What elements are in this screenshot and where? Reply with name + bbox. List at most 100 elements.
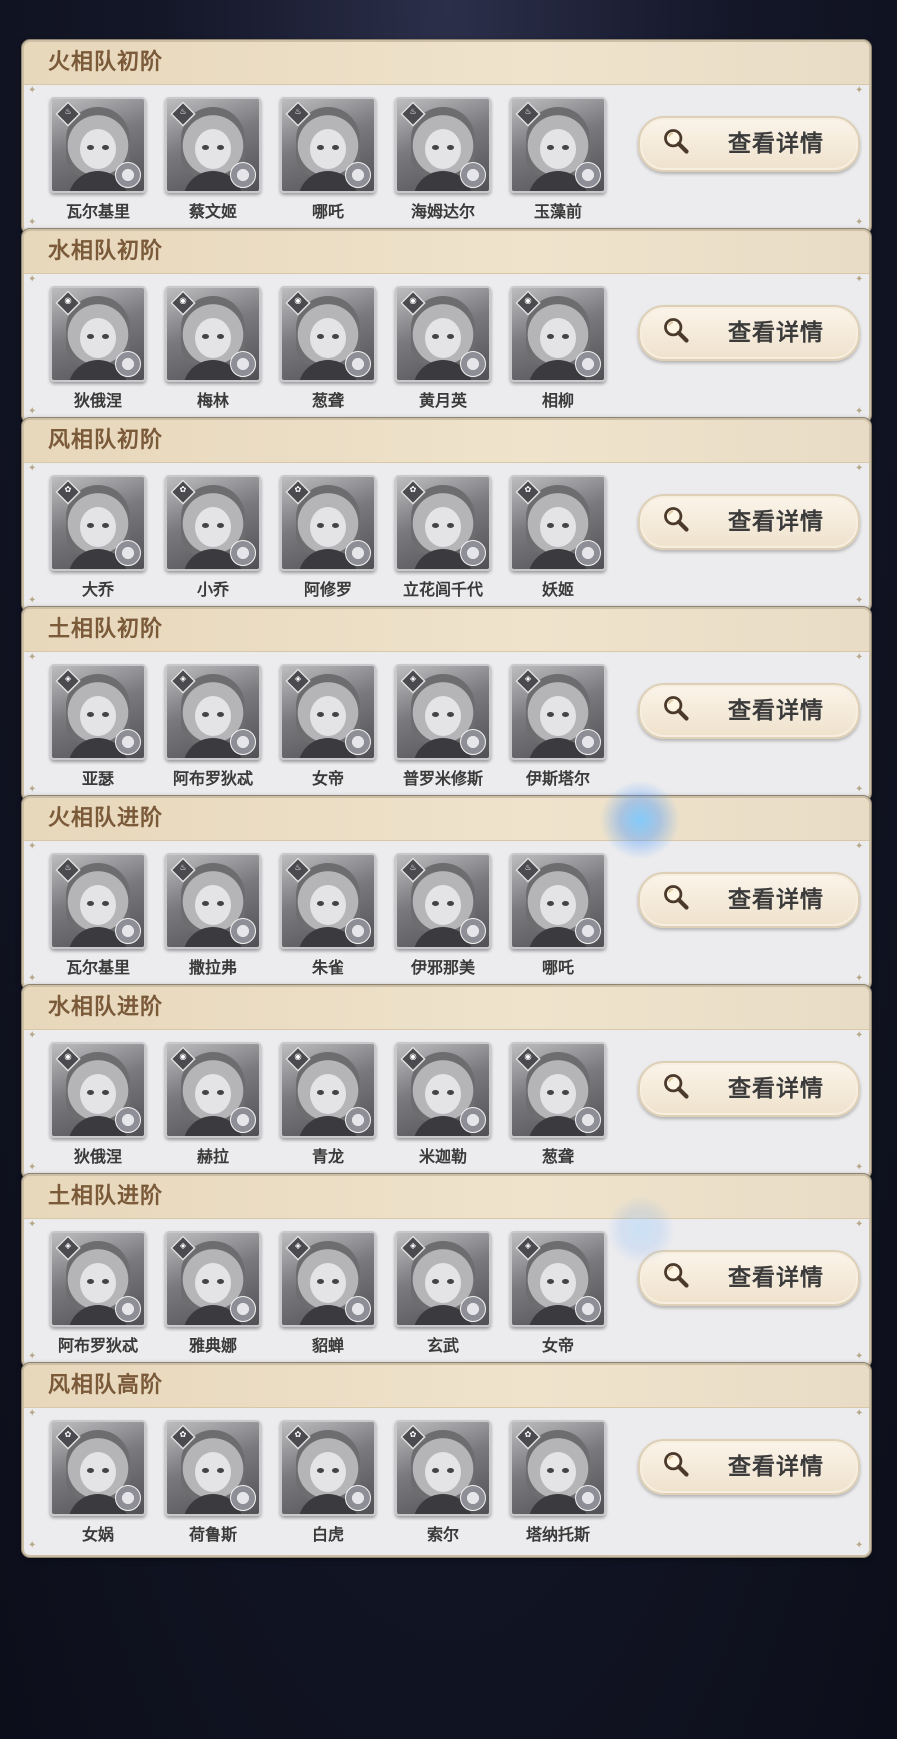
hero-portrait[interactable]: ◈ — [395, 664, 491, 760]
hero-name: 狄俄涅 — [73, 1147, 122, 1166]
hero-card[interactable]: ◈ 普罗米修斯 — [395, 664, 491, 789]
hero-portrait[interactable]: ✿ — [280, 1420, 376, 1516]
hero-card[interactable]: ✿ 荷鲁斯 — [165, 1420, 261, 1545]
class-badge-icon — [575, 1485, 601, 1511]
class-badge-icon — [115, 351, 141, 377]
hero-portrait[interactable]: ♨ — [50, 97, 146, 193]
hero-card[interactable]: ◈ 女帝 — [280, 664, 376, 789]
hero-portrait[interactable]: ♨ — [395, 853, 491, 949]
hero-portrait[interactable]: ✿ — [395, 1420, 491, 1516]
hero-portrait[interactable]: ✿ — [510, 475, 606, 571]
hero-portrait[interactable]: ◉ — [395, 1042, 491, 1138]
hero-card[interactable]: ◉ 米迦勒 — [395, 1042, 491, 1167]
hero-portrait[interactable]: ♨ — [50, 853, 146, 949]
class-badge-icon — [345, 1296, 371, 1322]
hero-portrait[interactable]: ✿ — [395, 475, 491, 571]
hero-card[interactable]: ✿ 女娲 — [50, 1420, 146, 1545]
hero-card[interactable]: ◉ 相柳 — [510, 286, 606, 411]
hero-portrait[interactable]: ◈ — [50, 1231, 146, 1327]
magnifier-icon — [664, 885, 689, 910]
hero-portrait[interactable]: ✿ — [165, 1420, 261, 1516]
magnifier-icon — [664, 129, 689, 154]
hero-portrait[interactable]: ♨ — [395, 97, 491, 193]
hero-card[interactable]: ♨ 哪吒 — [280, 97, 376, 222]
hero-portrait[interactable]: ♨ — [280, 853, 376, 949]
hero-portrait[interactable]: ✿ — [50, 1420, 146, 1516]
view-details-button[interactable]: 查看详情 — [638, 1061, 860, 1117]
hero-card[interactable]: ♨ 哪吒 — [510, 853, 606, 978]
view-details-button[interactable]: 查看详情 — [638, 1250, 860, 1306]
hero-card[interactable]: ♨ 海姆达尔 — [395, 97, 491, 222]
team-title: 火相队初阶 — [24, 42, 869, 85]
hero-card[interactable]: ✿ 妖姬 — [510, 475, 606, 600]
hero-card[interactable]: ♨ 蔡文姬 — [165, 97, 261, 222]
hero-portrait[interactable]: ◈ — [280, 1231, 376, 1327]
hero-portrait[interactable]: ✿ — [50, 475, 146, 571]
hero-card[interactable]: ✿ 阿修罗 — [280, 475, 376, 600]
hero-portrait[interactable]: ◉ — [50, 286, 146, 382]
view-details-button[interactable]: 查看详情 — [638, 305, 860, 361]
hero-portrait[interactable]: ✿ — [510, 1420, 606, 1516]
hero-portrait[interactable]: ◉ — [165, 286, 261, 382]
hero-portrait[interactable]: ◉ — [280, 286, 376, 382]
hero-portrait[interactable]: ◈ — [280, 664, 376, 760]
hero-card[interactable]: ◈ 雅典娜 — [165, 1231, 261, 1356]
hero-portrait[interactable]: ♨ — [510, 97, 606, 193]
hero-portrait[interactable]: ◉ — [510, 286, 606, 382]
hero-portrait[interactable]: ◉ — [280, 1042, 376, 1138]
hero-card[interactable]: ◉ 青龙 — [280, 1042, 376, 1167]
hero-card[interactable]: ♨ 玉藻前 — [510, 97, 606, 222]
hero-card[interactable]: ◉ 狄俄涅 — [50, 1042, 146, 1167]
hero-portrait[interactable]: ◈ — [50, 664, 146, 760]
view-details-button[interactable]: 查看详情 — [638, 494, 860, 550]
hero-card[interactable]: ◉ 赫拉 — [165, 1042, 261, 1167]
hero-card[interactable]: ◉ 葱聋 — [280, 286, 376, 411]
hero-portrait[interactable]: ◉ — [165, 1042, 261, 1138]
hero-card[interactable]: ✿ 索尔 — [395, 1420, 491, 1545]
hero-portrait[interactable]: ◈ — [510, 1231, 606, 1327]
hero-portrait[interactable]: ♨ — [280, 97, 376, 193]
hero-portrait[interactable]: ◈ — [165, 664, 261, 760]
hero-card[interactable]: ◉ 梅林 — [165, 286, 261, 411]
view-details-button[interactable]: 查看详情 — [638, 872, 860, 928]
hero-card[interactable]: ◉ 葱聋 — [510, 1042, 606, 1167]
hero-portrait[interactable]: ◉ — [510, 1042, 606, 1138]
hero-card[interactable]: ◈ 阿布罗狄忒 — [165, 664, 261, 789]
hero-card[interactable]: ◈ 玄武 — [395, 1231, 491, 1356]
hero-portrait[interactable]: ♨ — [165, 97, 261, 193]
hero-card[interactable]: ◈ 阿布罗狄忒 — [50, 1231, 146, 1356]
hero-card[interactable]: ♨ 撒拉弗 — [165, 853, 261, 978]
view-details-label: 查看详情 — [728, 320, 824, 346]
hero-list: ◉ 狄俄涅 ◉ 赫拉 ◉ 青龙 ◉ 米迦勒 ◉ 葱聋 — [50, 1042, 625, 1167]
hero-card[interactable]: ◈ 亚瑟 — [50, 664, 146, 789]
hero-portrait[interactable]: ♨ — [165, 853, 261, 949]
hero-card[interactable]: ✿ 小乔 — [165, 475, 261, 600]
hero-card[interactable]: ♨ 瓦尔基里 — [50, 853, 146, 978]
hero-portrait[interactable]: ◉ — [395, 286, 491, 382]
hero-card[interactable]: ✿ 塔纳托斯 — [510, 1420, 606, 1545]
hero-card[interactable]: ◈ 貂蝉 — [280, 1231, 376, 1356]
hero-portrait[interactable]: ◉ — [50, 1042, 146, 1138]
view-details-button[interactable]: 查看详情 — [638, 683, 860, 739]
hero-card[interactable]: ◉ 黄月英 — [395, 286, 491, 411]
hero-card[interactable]: ◉ 狄俄涅 — [50, 286, 146, 411]
hero-portrait[interactable]: ✿ — [165, 475, 261, 571]
hero-card[interactable]: ◈ 女帝 — [510, 1231, 606, 1356]
view-details-button[interactable]: 查看详情 — [638, 116, 860, 172]
hero-portrait[interactable]: ♨ — [510, 853, 606, 949]
corner-ornament-icon: ✦ — [855, 463, 864, 474]
corner-ornament-icon: ✦ — [855, 652, 864, 663]
hero-card[interactable]: ✿ 大乔 — [50, 475, 146, 600]
hero-card[interactable]: ♨ 瓦尔基里 — [50, 97, 146, 222]
view-details-button[interactable]: 查看详情 — [638, 1439, 860, 1495]
hero-portrait[interactable]: ◈ — [395, 1231, 491, 1327]
hero-portrait[interactable]: ◈ — [510, 664, 606, 760]
hero-card[interactable]: ♨ 伊邪那美 — [395, 853, 491, 978]
hero-card[interactable]: ✿ 立花闾千代 — [395, 475, 491, 600]
hero-portrait[interactable]: ✿ — [280, 475, 376, 571]
hero-card[interactable]: ♨ 朱雀 — [280, 853, 376, 978]
hero-card[interactable]: ◈ 伊斯塔尔 — [510, 664, 606, 789]
hero-card[interactable]: ✿ 白虎 — [280, 1420, 376, 1545]
hero-portrait[interactable]: ◈ — [165, 1231, 261, 1327]
hero-name: 阿布罗狄忒 — [172, 769, 253, 788]
